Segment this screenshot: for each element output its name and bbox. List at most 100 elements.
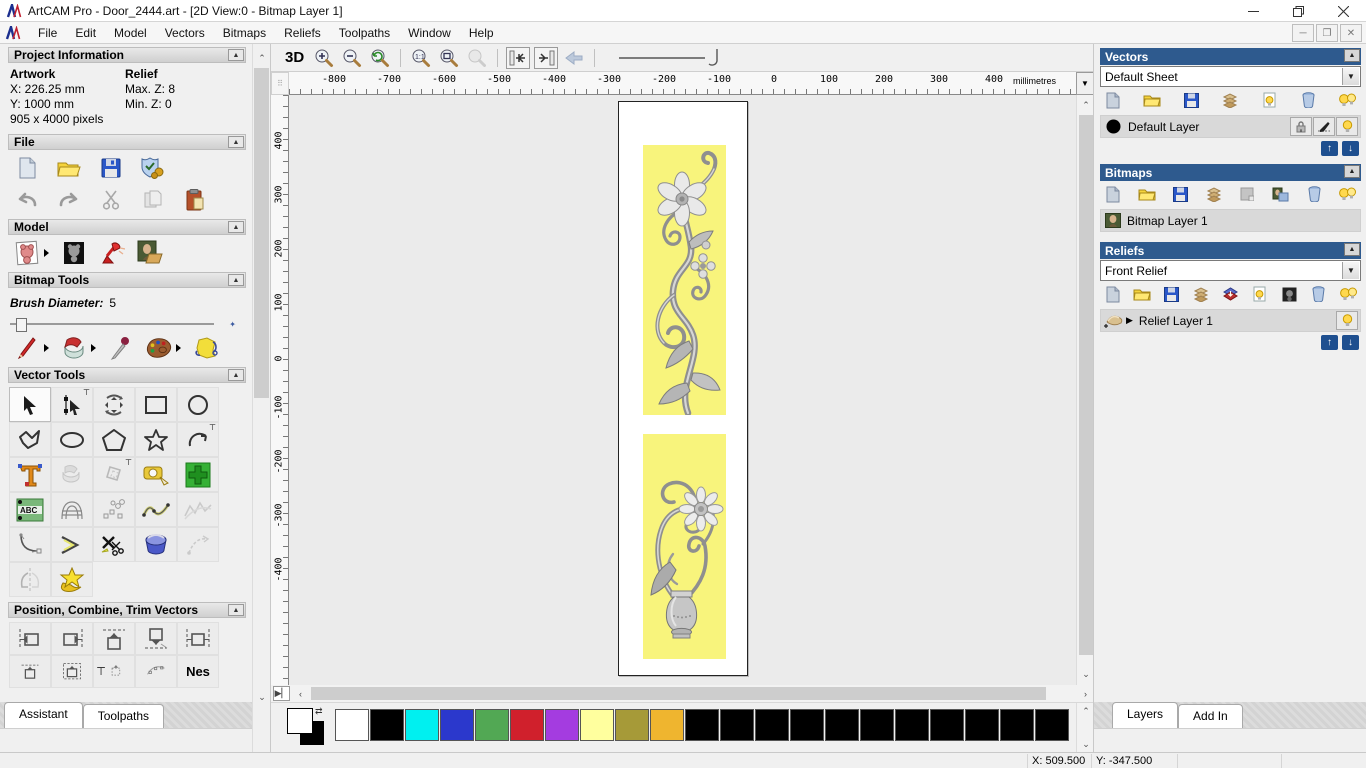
- save-vector-layer-button[interactable]: [1180, 90, 1202, 110]
- swap-colors-icon[interactable]: ⇄: [315, 706, 323, 717]
- menu-bitmaps[interactable]: Bitmaps: [214, 23, 275, 43]
- restore-button[interactable]: [1276, 0, 1321, 22]
- wizard-tool-button[interactable]: [51, 562, 93, 597]
- offset-vectors-button[interactable]: ⊤: [93, 457, 135, 492]
- collapse-icon[interactable]: ▲: [228, 136, 244, 148]
- wrap-text-button[interactable]: ABC: [9, 492, 51, 527]
- scrollbar-thumb[interactable]: [1079, 115, 1093, 655]
- color-swatch[interactable]: [510, 709, 544, 741]
- smooth-vectors-button[interactable]: [177, 492, 219, 527]
- snap-to-grid-button[interactable]: [506, 47, 530, 69]
- zoom-selection-button[interactable]: [465, 47, 489, 69]
- align-bottom-button[interactable]: [135, 622, 177, 655]
- layer-visibility-button[interactable]: [1336, 117, 1358, 136]
- create-star-button[interactable]: [135, 422, 177, 457]
- center-in-page-button[interactable]: [9, 655, 51, 688]
- paste-along-curve-button[interactable]: [93, 492, 135, 527]
- mdi-minimize-button[interactable]: ─: [1292, 24, 1314, 42]
- color-swatch[interactable]: [440, 709, 474, 741]
- collapse-icon[interactable]: ▲: [228, 49, 244, 61]
- palette-scrollbar[interactable]: ⌃ ⌄: [1076, 703, 1094, 753]
- undo-button[interactable]: [14, 188, 40, 212]
- new-vector-layer-button[interactable]: [1102, 90, 1124, 110]
- expand-panel-button[interactable]: ▶▏: [273, 686, 290, 701]
- collapse-icon[interactable]: ▲: [1344, 49, 1360, 62]
- file-section-header[interactable]: File ▲: [8, 134, 246, 150]
- relief-visibility-button[interactable]: [1336, 311, 1358, 330]
- toggle-all-layers-button[interactable]: [1337, 90, 1359, 110]
- artwork-top-panel[interactable]: [643, 145, 726, 415]
- model-properties-button[interactable]: [140, 156, 166, 180]
- color-swatch[interactable]: [860, 709, 894, 741]
- edit-layer-button[interactable]: [1313, 117, 1335, 136]
- sheet-select[interactable]: Default Sheet ▼: [1100, 66, 1361, 87]
- model-from-greyscale-button[interactable]: [61, 241, 87, 265]
- cut-icon[interactable]: [98, 188, 124, 212]
- layer-color-swatch[interactable]: [1105, 118, 1122, 135]
- create-arc-button[interactable]: ⊤: [177, 422, 219, 457]
- copy-bitmap-button[interactable]: [1270, 184, 1292, 204]
- scroll-down-icon[interactable]: ⌄: [253, 689, 271, 706]
- select-vectors-button[interactable]: [9, 387, 51, 422]
- node-tool-faded-button[interactable]: [177, 527, 219, 562]
- snap-to-object-button[interactable]: [534, 47, 558, 69]
- scroll-left-icon[interactable]: ‹: [292, 686, 309, 701]
- create-rectangle-button[interactable]: [135, 387, 177, 422]
- paste-along-vector-button[interactable]: [135, 655, 177, 688]
- bitmap-tools-header[interactable]: Bitmap Tools ▲: [8, 272, 246, 288]
- color-swatch[interactable]: [335, 709, 369, 741]
- menu-toolpaths[interactable]: Toolpaths: [330, 23, 399, 43]
- color-swatch[interactable]: [370, 709, 404, 741]
- move-layer-up-button[interactable]: ↑: [1321, 141, 1338, 156]
- move-layer-up-button[interactable]: ↑: [1321, 335, 1338, 350]
- menu-model[interactable]: Model: [105, 23, 156, 43]
- colour-palette-button[interactable]: [146, 336, 172, 360]
- mirror-vectors-button[interactable]: [9, 562, 51, 597]
- color-swatch[interactable]: [475, 709, 509, 741]
- spin-relief-button[interactable]: [135, 527, 177, 562]
- load-bitmap-button[interactable]: [137, 241, 163, 265]
- color-swatch[interactable]: [930, 709, 964, 741]
- toggle-layer-visibility-button[interactable]: [1259, 90, 1281, 110]
- redo-button[interactable]: [56, 188, 82, 212]
- align-left-button[interactable]: [9, 622, 51, 655]
- color-swatch[interactable]: [405, 709, 439, 741]
- vectors-header[interactable]: Vectors ▲: [1100, 48, 1361, 65]
- collapse-icon[interactable]: ▲: [228, 221, 244, 233]
- canvas-horizontal-scrollbar[interactable]: ▶▏ ‹ ›: [271, 685, 1094, 702]
- chevron-down-icon[interactable]: ▼: [1342, 68, 1359, 85]
- greyscale-preview-button[interactable]: [1278, 284, 1300, 304]
- create-ellipse-button[interactable]: [51, 422, 93, 457]
- delete-relief-layer-button[interactable]: [1308, 284, 1330, 304]
- relief-select[interactable]: Front Relief ▼: [1100, 260, 1361, 281]
- vector-doctor-button[interactable]: [51, 457, 93, 492]
- arc-fit-button[interactable]: [51, 527, 93, 562]
- primary-color-swatch[interactable]: [287, 708, 313, 734]
- color-swatch[interactable]: [615, 709, 649, 741]
- menu-window[interactable]: Window: [399, 23, 460, 43]
- model-section-header[interactable]: Model ▲: [8, 219, 246, 235]
- model-page[interactable]: [618, 101, 748, 676]
- colour-picker-button[interactable]: [108, 336, 134, 360]
- create-polyline-button[interactable]: [9, 422, 51, 457]
- merge-relief-layers-button[interactable]: [1190, 284, 1212, 304]
- reliefs-header[interactable]: Reliefs ▲: [1100, 242, 1361, 259]
- open-model-button[interactable]: [56, 156, 82, 180]
- menu-help[interactable]: Help: [460, 23, 503, 43]
- collapse-icon[interactable]: ▲: [228, 604, 244, 616]
- paint-brush-button[interactable]: [14, 336, 40, 360]
- copy-icon[interactable]: [140, 188, 166, 212]
- lock-layer-button[interactable]: [1290, 117, 1312, 136]
- toggle-relief-visibility-button[interactable]: [1249, 284, 1271, 304]
- color-swatch[interactable]: [720, 709, 754, 741]
- tab-toolpaths[interactable]: Toolpaths: [83, 704, 164, 728]
- center-horizontal-button[interactable]: [177, 622, 219, 655]
- color-swatch[interactable]: [755, 709, 789, 741]
- project-information-header[interactable]: Project Information ▲: [8, 47, 246, 63]
- color-swatch[interactable]: [580, 709, 614, 741]
- new-bitmap-layer-button[interactable]: [1102, 184, 1124, 204]
- align-top-button[interactable]: [93, 622, 135, 655]
- tab-assistant[interactable]: Assistant: [4, 702, 83, 728]
- create-text-button[interactable]: [9, 457, 51, 492]
- save-relief-layer-button[interactable]: [1161, 284, 1183, 304]
